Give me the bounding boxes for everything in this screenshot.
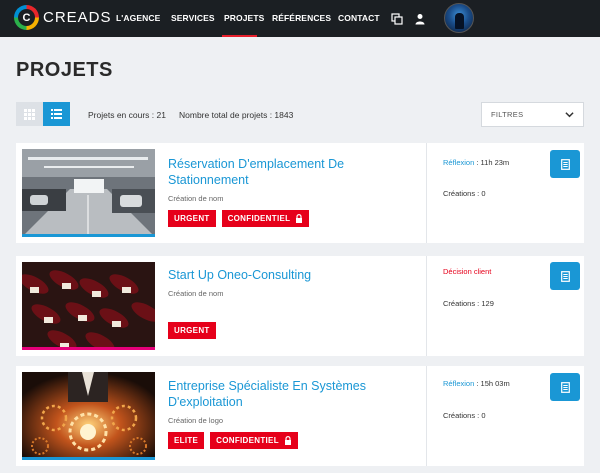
parking-garage-image[interactable] (22, 149, 155, 237)
grid-view-button[interactable] (16, 102, 43, 126)
wine-bottles-image[interactable] (22, 262, 155, 350)
project-card[interactable]: Start Up Oneo-Consulting Création de nom… (16, 256, 584, 356)
businessman-gears-image[interactable] (22, 372, 155, 460)
filters-label: FILTRES (491, 110, 524, 119)
filters-dropdown[interactable]: FILTRES (481, 102, 584, 127)
card-divider (426, 256, 427, 356)
project-title[interactable]: Start Up Oneo-Consulting (168, 267, 408, 283)
creations-count: Créations : 0 (443, 411, 486, 420)
thumb-status-bar (22, 347, 155, 350)
status-label: Décision client (443, 267, 492, 276)
document-icon (560, 381, 570, 393)
status-time: : 15h 03m (474, 379, 510, 388)
badge-confidentiel: CONFIDENTIEL (210, 432, 298, 449)
brand-name: CREADS (43, 9, 112, 26)
page-title: PROJETS (16, 59, 113, 81)
badge-label: URGENT (174, 214, 210, 223)
document-button[interactable] (550, 150, 580, 178)
lock-icon (284, 436, 291, 445)
project-type: Création de nom (168, 289, 224, 298)
logo-letter: C (18, 9, 35, 26)
badge-urgent: URGENT (168, 210, 216, 227)
creations-count: Créations : 129 (443, 299, 494, 308)
view-toggle (16, 102, 70, 126)
status-time: : 11h 23m (474, 158, 510, 167)
list-icon (51, 109, 62, 119)
thumb-status-bar (22, 234, 155, 237)
status-label: Réflexion (443, 158, 475, 167)
project-status: Décision client (443, 267, 491, 276)
nav-active-indicator (222, 35, 257, 37)
project-status: Réflexion : 11h 23m (443, 158, 509, 167)
project-card[interactable]: Entreprise Spécialiste En Systèmes D'exp… (16, 366, 584, 466)
list-view-button[interactable] (43, 102, 70, 126)
document-icon (560, 270, 570, 282)
chevron-down-icon (565, 112, 574, 118)
badge-elite: ELITE (168, 432, 205, 449)
document-icon (560, 158, 570, 170)
logo-circle-icon: C (14, 5, 39, 30)
project-type: Création de nom (168, 194, 224, 203)
document-button[interactable] (550, 262, 580, 290)
badge-group: URGENT (168, 322, 216, 339)
badge-urgent: URGENT (168, 322, 216, 339)
top-navbar: C CREADS L'AGENCE SERVICES PROJETS RÉFÉR… (0, 0, 600, 37)
nav-item-references[interactable]: RÉFÉRENCES (272, 13, 331, 23)
nav-item-services[interactable]: SERVICES (171, 13, 215, 23)
project-status: Réflexion : 15h 03m (443, 379, 510, 388)
creations-count: Créations : 0 (443, 189, 486, 198)
badge-label: URGENT (174, 326, 210, 335)
projects-total: Nombre total de projets : 1843 (179, 110, 294, 120)
badge-group: ELITE CONFIDENTIEL (168, 432, 298, 449)
badge-confidentiel: CONFIDENTIEL (221, 210, 310, 227)
badge-label: CONFIDENTIEL (227, 214, 291, 223)
document-button[interactable] (550, 373, 580, 401)
thumb-status-bar (22, 457, 155, 460)
user-icon[interactable] (414, 12, 426, 25)
card-divider (426, 143, 427, 243)
badge-label: CONFIDENTIEL (216, 436, 279, 445)
nav-item-projets[interactable]: PROJETS (224, 13, 264, 23)
project-title[interactable]: Entreprise Spécialiste En Systèmes D'exp… (168, 378, 398, 410)
project-title[interactable]: Réservation D'emplacement De Stationneme… (168, 156, 408, 188)
project-card[interactable]: Réservation D'emplacement De Stationneme… (16, 143, 584, 243)
nav-item-contact[interactable]: CONTACT (338, 13, 380, 23)
badge-label: ELITE (174, 436, 199, 445)
lock-icon (296, 214, 303, 223)
copy-icon[interactable] (391, 12, 403, 25)
nav-item-agence[interactable]: L'AGENCE (116, 13, 160, 23)
project-type: Création de logo (168, 416, 224, 425)
avatar[interactable] (444, 3, 474, 33)
badge-group: URGENT CONFIDENTIEL (168, 210, 310, 227)
grid-icon (24, 108, 35, 120)
card-divider (426, 366, 427, 466)
creads-logo[interactable]: C CREADS (14, 5, 112, 30)
status-label: Réflexion (443, 379, 475, 388)
projects-in-progress: Projets en cours : 21 (88, 110, 166, 120)
